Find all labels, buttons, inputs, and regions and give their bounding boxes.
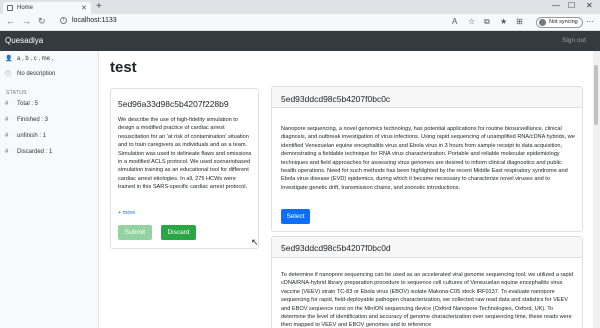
site-info-icon[interactable]: i: [60, 17, 67, 24]
stat-discarded: # Discarded : 1: [5, 149, 52, 155]
user-icon: 👤: [5, 56, 13, 62]
stat-label: Total : 5: [17, 101, 39, 107]
stat-label: unfinish : 1: [17, 133, 47, 139]
app-navbar: Quesadiya Sign out: [0, 31, 600, 51]
anchor-id: 5ed96a33d98c5b4207f228b9: [118, 99, 229, 109]
scrollbar-thumb[interactable]: [594, 65, 598, 125]
reload-icon[interactable]: ↻: [38, 16, 46, 27]
hash-icon: #: [5, 117, 9, 123]
close-window-icon[interactable]: ✕: [586, 1, 593, 10]
mouse-cursor-icon: ↖: [251, 237, 259, 247]
favorites-icon[interactable]: ★: [500, 17, 507, 26]
sync-label: Not syncing: [549, 19, 578, 25]
sidebar-description: ⓘ No description: [5, 69, 56, 79]
browser-tab-bar: Home ✕ + — ☐ ✕: [0, 0, 600, 14]
page-icon: [7, 5, 13, 11]
address-bar[interactable]: i localhost:1133: [60, 17, 117, 24]
status-heading: STATUS: [6, 90, 27, 96]
candidate-text: To determine if nanopore sequencing can …: [281, 272, 573, 328]
description-label: No description: [17, 70, 56, 77]
sidebar-users: 👤 a , b , c , me ,: [5, 55, 54, 63]
url-text: localhost:1133: [72, 17, 117, 24]
hash-icon: #: [5, 149, 9, 155]
more-link[interactable]: + more: [118, 210, 135, 216]
candidate-card: 5ed93ddcd98c5b4207f0bc0d To determine if…: [271, 236, 583, 328]
avatar: [539, 19, 546, 26]
stat-label: Finished : 3: [17, 117, 49, 123]
stat-label: Discarded : 1: [17, 149, 53, 155]
new-tab-icon[interactable]: +: [96, 1, 102, 12]
minimize-icon[interactable]: —: [552, 1, 560, 10]
collections-icon[interactable]: ⊞: [516, 17, 523, 26]
page-scrollbar[interactable]: [593, 51, 600, 328]
anchor-text: We describe the use of high-fidelity sim…: [118, 117, 252, 191]
maximize-icon[interactable]: ☐: [568, 1, 575, 10]
info-icon: ⓘ: [5, 72, 12, 78]
select-button[interactable]: Select: [281, 209, 310, 224]
sign-out-link[interactable]: Sign out: [562, 37, 586, 44]
discard-button[interactable]: Discard: [161, 225, 196, 240]
hash-icon: #: [5, 101, 9, 107]
page-title: test: [110, 59, 137, 76]
forward-icon[interactable]: →: [22, 16, 31, 26]
favorite-star-icon[interactable]: ☆: [468, 17, 475, 26]
candidate-id: 5ed93ddcd98c5b4207f0bc0d: [281, 243, 391, 253]
candidate-card: 5ed93ddcd98c5b4207f0bc0c Nanopore sequen…: [271, 86, 583, 232]
browser-tab-title: Home: [17, 5, 34, 11]
anchor-card: 5ed96a33d98c5b4207f228b9 We describe the…: [110, 88, 259, 249]
sidebar: 👤 a , b , c , me , ⓘ No description STAT…: [0, 51, 99, 328]
extensions-icon[interactable]: ⧉: [484, 17, 490, 27]
browser-toolbar: ← → ↻ i localhost:1133 A ☆ ⧉ ★ ⊞ Not syn…: [0, 14, 600, 31]
stat-finished: # Finished : 3: [5, 117, 48, 123]
candidate-text: Nanopore sequencing, a novel genomics te…: [281, 126, 575, 191]
stat-unfinish: # unfinish : 1: [5, 133, 46, 139]
back-icon[interactable]: ←: [6, 16, 15, 26]
close-tab-icon[interactable]: ✕: [81, 4, 87, 12]
hash-icon: #: [5, 133, 9, 139]
users-label: a , b , c , me ,: [17, 55, 54, 62]
profile-sync-button[interactable]: Not syncing: [536, 17, 583, 28]
more-menu-icon[interactable]: ⋯: [586, 17, 594, 26]
stat-total: # Total : 5: [5, 101, 38, 107]
candidate-id: 5ed93ddcd98c5b4207f0bc0c: [281, 94, 391, 104]
browser-tab[interactable]: Home ✕: [3, 2, 91, 14]
brand-logo[interactable]: Quesadiya: [5, 36, 43, 45]
submit-button[interactable]: Submit: [118, 225, 152, 240]
read-aloud-icon[interactable]: A: [452, 17, 457, 26]
